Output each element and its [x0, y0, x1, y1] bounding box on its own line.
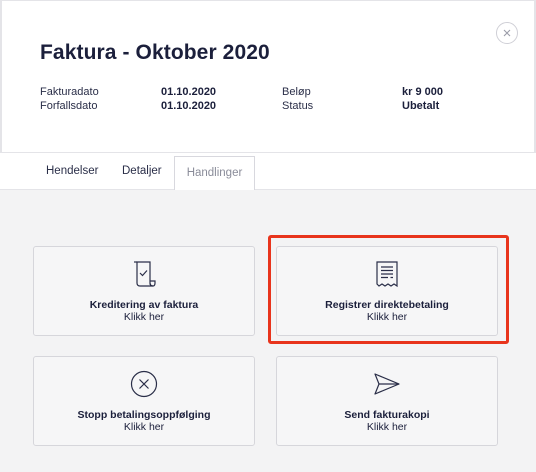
- register-direct-payment-label: Registrer direktebetaling: [325, 299, 449, 311]
- due-date-label: Forfallsdato: [40, 100, 98, 112]
- invoice-date-label: Fakturadato: [40, 86, 99, 98]
- due-date-value: 01.10.2020: [161, 100, 217, 112]
- send-invoice-copy-label: Send fakturakopi: [344, 409, 430, 421]
- send-invoice-copy-sub: Klikk her: [366, 421, 408, 433]
- stop-payment-followup-label: Stopp betalingsoppfølging: [77, 409, 211, 421]
- send-icon: [374, 373, 400, 395]
- meta-values-right: kr 9 000 Ubetalt: [402, 85, 443, 113]
- close-button[interactable]: [496, 22, 518, 44]
- credit-invoice-button[interactable]: Kreditering av faktura Klikk her: [33, 246, 255, 336]
- status-label: Status: [282, 100, 314, 112]
- tab-handlinger[interactable]: Handlinger: [174, 156, 255, 191]
- credit-invoice-label: Kreditering av faktura: [89, 299, 199, 311]
- tab-bar: Hendelser Detaljer Handlinger: [0, 152, 536, 191]
- invoice-header: Faktura - Oktober 2020 Fakturadato Forfa…: [0, 0, 536, 152]
- invoice-document-icon: [376, 261, 398, 288]
- amount-value: kr 9 000: [402, 86, 443, 98]
- page-title: Faktura - Oktober 2020: [40, 41, 270, 64]
- circle-x-icon: [130, 370, 158, 398]
- close-icon: [503, 29, 511, 37]
- status-value: Ubetalt: [402, 100, 440, 112]
- invoice-date-value: 01.10.2020: [161, 86, 217, 98]
- meta-labels-right: Beløp Status: [282, 85, 313, 113]
- register-direct-payment-button[interactable]: Registrer direktebetaling Klikk her: [276, 246, 498, 336]
- send-invoice-copy-button[interactable]: Send fakturakopi Klikk her: [276, 356, 498, 446]
- stop-payment-followup-sub: Klikk her: [123, 421, 165, 433]
- credit-invoice-sub: Klikk her: [123, 311, 165, 323]
- tab-detaljer[interactable]: Detaljer: [116, 153, 168, 190]
- register-direct-payment-sub: Klikk her: [366, 311, 408, 323]
- stop-payment-followup-button[interactable]: Stopp betalingsoppfølging Klikk her: [33, 356, 255, 446]
- meta-labels-left: Fakturadato Forfallsdato: [40, 85, 99, 113]
- amount-label: Beløp: [282, 86, 311, 98]
- tab-hendelser[interactable]: Hendelser: [40, 153, 104, 190]
- receipt-check-icon: [134, 261, 156, 287]
- meta-values-left: 01.10.2020 01.10.2020: [161, 85, 216, 113]
